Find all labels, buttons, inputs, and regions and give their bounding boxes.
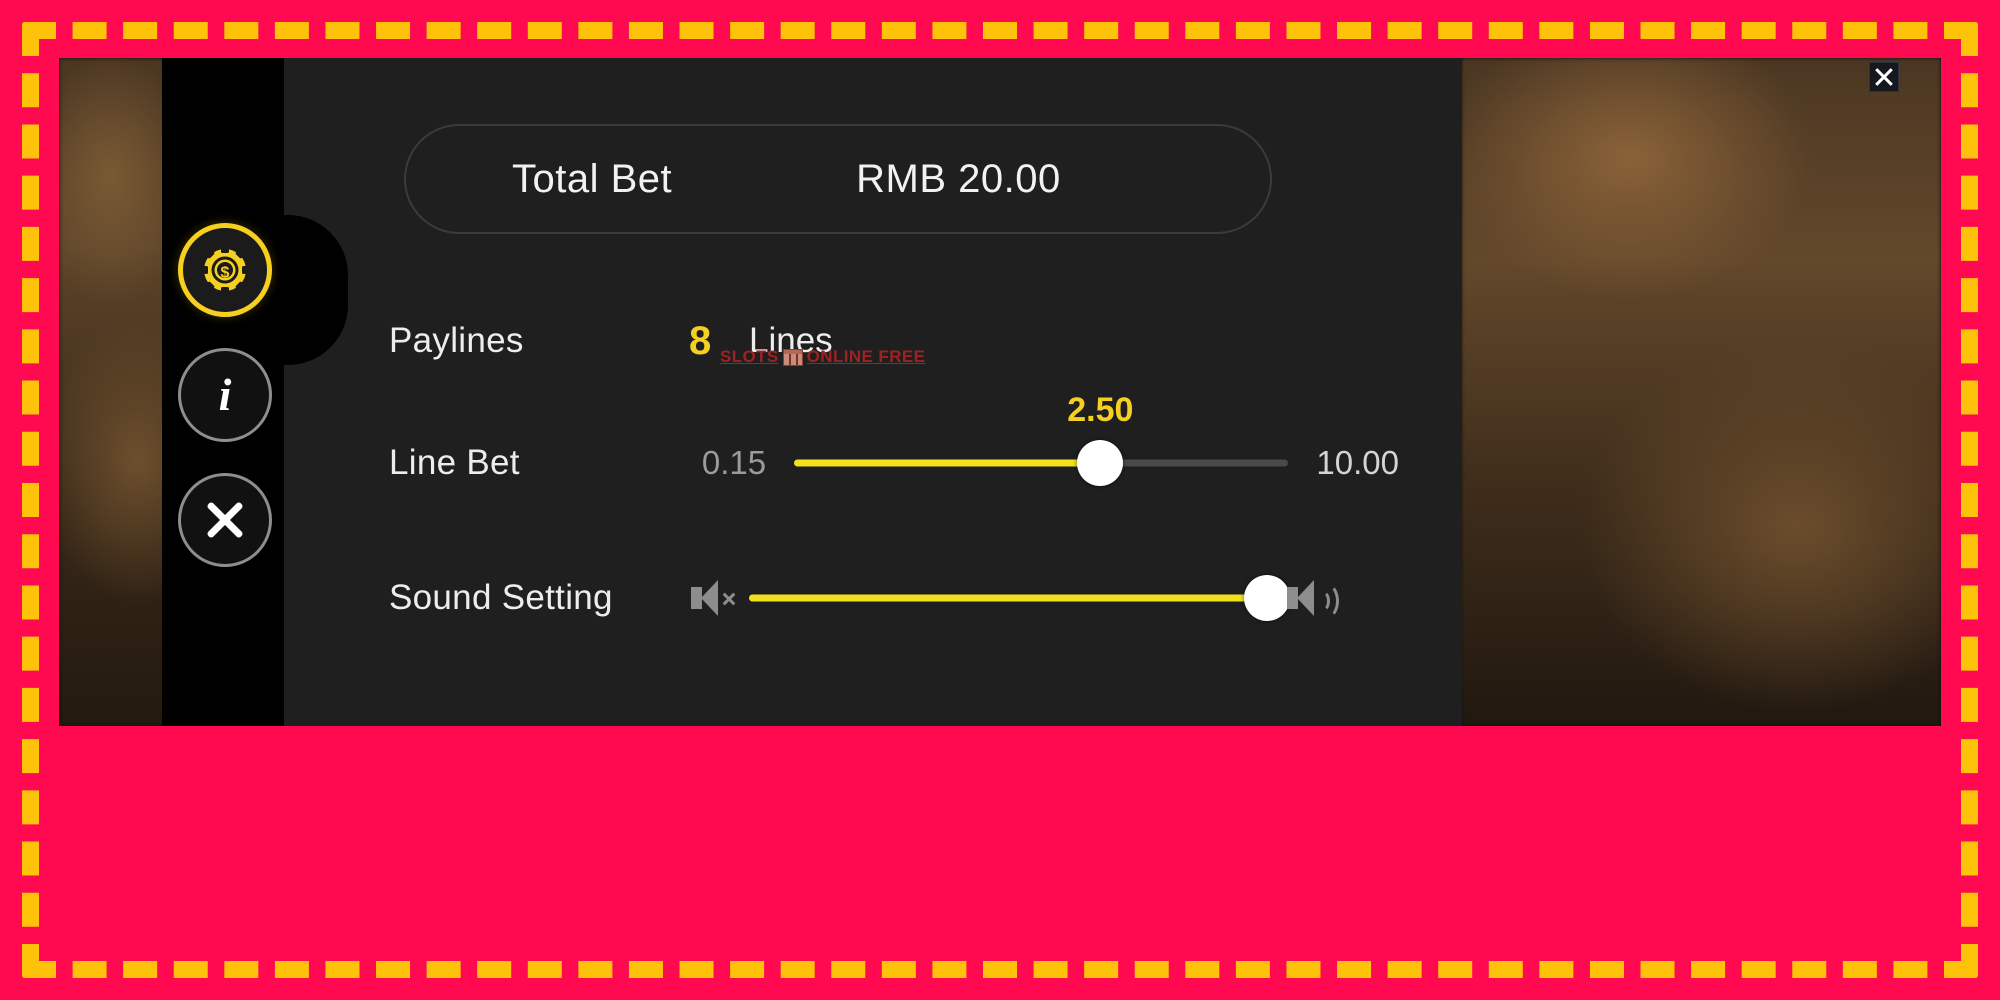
speaker-cone <box>701 580 718 616</box>
game-background-right <box>1461 58 1941 726</box>
line-bet-row: Line Bet 0.15 2.50 10.00 <box>389 391 1399 493</box>
speaker-mute-icon[interactable] <box>689 578 735 618</box>
line-bet-slider-fill <box>793 459 1101 467</box>
sound-volume-slider[interactable] <box>749 575 1290 621</box>
sidebar-item-game-info[interactable]: i <box>178 348 272 442</box>
paylines-row: Paylines 8 Lines <box>389 313 1349 369</box>
line-bet-current-value: 2.50 <box>1067 391 1134 429</box>
info-icon: i <box>218 369 232 420</box>
close-button[interactable] <box>1869 62 1899 92</box>
line-bet-label: Line Bet <box>389 443 520 482</box>
sound-setting-label: Sound Setting <box>389 578 613 617</box>
paylines-unit: Lines <box>749 321 833 360</box>
close-icon <box>1874 67 1894 87</box>
line-bet-max-value: 10.00 <box>1316 444 1399 481</box>
sound-setting-row: Sound Setting <box>389 568 1399 628</box>
close-icon <box>202 497 248 543</box>
sound-slider-fill <box>749 594 1267 602</box>
annotation-frame: $ i Total Bet RMB 20.00 Paylines 8 Lines… <box>0 0 2000 1000</box>
sound-slider-thumb[interactable] <box>1244 575 1290 621</box>
line-bet-min-value: 0.15 <box>701 444 767 481</box>
sound-wave-outer <box>1314 583 1339 619</box>
paylines-count: 8 <box>689 318 712 363</box>
sidebar-item-bet-settings[interactable]: $ <box>178 223 272 317</box>
sidebar-item-close-panel[interactable] <box>178 473 272 567</box>
speaker-loud-icon[interactable] <box>1285 578 1339 619</box>
total-bet-value: RMB 20.00 <box>856 156 1061 201</box>
line-bet-slider-thumb[interactable] <box>1077 440 1124 486</box>
svg-text:$: $ <box>221 265 230 282</box>
speaker-cone <box>1297 580 1314 616</box>
line-bet-slider[interactable]: 2.50 <box>793 391 1289 486</box>
total-bet-display: Total Bet RMB 20.00 <box>404 124 1272 234</box>
casino-chip-icon: $ <box>201 246 249 294</box>
mute-cross <box>721 591 736 606</box>
total-bet-label: Total Bet <box>512 156 673 201</box>
game-screenshot: $ i Total Bet RMB 20.00 Paylines 8 Lines… <box>59 58 1941 726</box>
paylines-label: Paylines <box>389 321 524 360</box>
